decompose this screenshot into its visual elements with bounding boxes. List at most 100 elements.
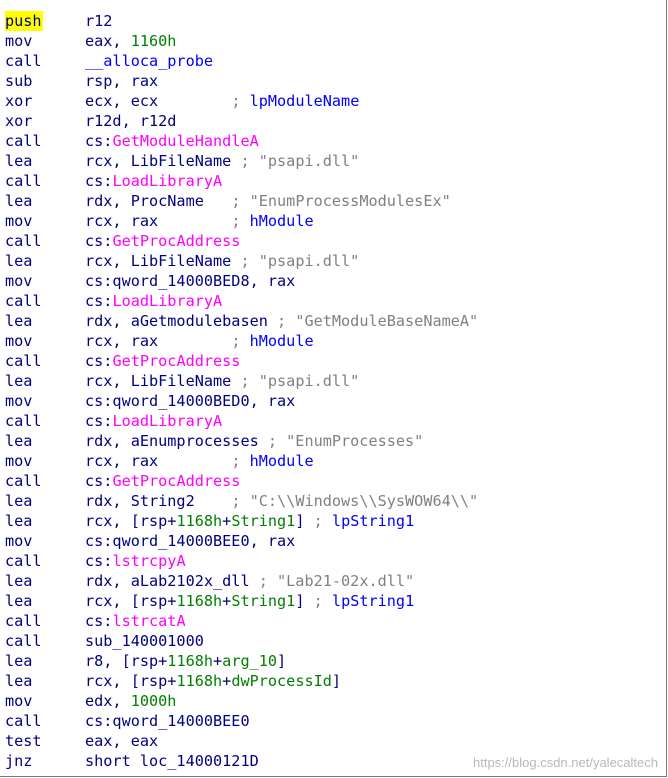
comment: ; [231,452,250,470]
mnemonic[interactable]: test [5,731,43,751]
mnemonic[interactable]: call [5,291,43,311]
operand-text: cs: [85,352,113,370]
operand-text: sub_140001000 [85,632,204,650]
operand-text: + [222,512,232,530]
comment: ; "psapi.dll" [240,152,360,170]
operand-text: cs:qword_14000BEE0, rax [85,532,296,550]
disassembly-view[interactable]: push r12 mov eax, 1160h call __alloca_probe su… [0,0,667,777]
comment-param: hModule [249,452,314,470]
mnemonic[interactable]: call [5,131,43,151]
import-name[interactable]: GetModuleHandleA [112,132,258,150]
operand-text: rcx, rax [85,212,232,230]
mnemonic[interactable]: lea [5,491,33,511]
comment-param: lpString1 [331,592,415,610]
mnemonic[interactable]: lea [5,591,33,611]
import-name[interactable]: GetProcAddress [112,472,240,490]
mnemonic[interactable]: lea [5,651,33,671]
mnemonic[interactable]: mov [5,391,33,411]
operand-text: cs: [85,412,113,430]
mnemonic[interactable]: lea [5,571,33,591]
mnemonic[interactable]: call [5,631,43,651]
operand-text: cs:qword_14000BED8, rax [85,272,296,290]
operand-number: arg_10 [222,652,278,670]
operands: rcx, LibFileName ; "psapi.dll" [85,251,359,271]
operands: eax, eax [85,731,158,751]
operands: rcx, rax ; hModule [85,211,314,231]
operands: cs:qword_14000BEE0 [85,711,250,731]
watermark: https://blog.csdn.net/yalecaltech [472,755,658,770]
import-name[interactable]: lstrcatA [112,612,185,630]
mnemonic[interactable]: call [5,471,43,491]
mnemonic-highlighted[interactable]: push [5,11,43,31]
comment: ; "psapi.dll" [240,372,360,390]
operands: rcx, rax ; hModule [85,331,314,351]
mnemonic[interactable]: lea [5,511,33,531]
operand-number: 1168h [176,512,223,530]
mnemonic[interactable]: lea [5,371,33,391]
mnemonic[interactable]: mov [5,31,33,51]
operands: cs:LoadLibraryA [85,171,222,191]
operand-text: + [213,652,223,670]
operand-number: String1 [231,512,296,530]
mnemonic[interactable]: lea [5,311,33,331]
operand-text: rcx, rax [85,332,232,350]
comment-param: lpString1 [331,512,415,530]
operand-text: eax, [85,32,131,50]
operand-text: short loc_14000121D [85,752,259,770]
mnemonic[interactable]: xor [5,91,33,111]
operand-text: cs: [85,612,113,630]
mnemonic[interactable]: call [5,711,43,731]
mnemonic[interactable]: call [5,551,43,571]
operand-text: rcx, LibFileName [85,252,241,270]
mnemonic[interactable]: call [5,171,43,191]
import-name[interactable]: GetProcAddress [112,352,240,370]
operands: cs:qword_14000BEE0, rax [85,531,295,551]
comment: ; "Lab21-02x.dll" [258,572,415,590]
import-name[interactable]: LoadLibraryA [112,172,222,190]
mnemonic[interactable]: xor [5,111,33,131]
mnemonic[interactable]: jnz [5,751,33,771]
mnemonic[interactable]: lea [5,151,33,171]
mnemonic[interactable]: call [5,231,43,251]
mnemonic[interactable]: mov [5,691,33,711]
operands: short loc_14000121D [85,751,259,771]
operand-text: cs: [85,472,113,490]
operands: cs:GetModuleHandleA [85,131,259,151]
mnemonic[interactable]: call [5,51,43,71]
import-name[interactable]: LoadLibraryA [112,292,222,310]
mnemonic[interactable]: lea [5,671,33,691]
mnemonic[interactable]: mov [5,211,33,231]
mnemonic[interactable]: lea [5,431,33,451]
import-name[interactable]: LoadLibraryA [112,412,222,430]
mnemonic[interactable]: sub [5,71,33,91]
operand-text: + [222,592,232,610]
mnemonic[interactable]: mov [5,451,33,471]
mnemonic[interactable]: lea [5,251,33,271]
mnemonic[interactable]: mov [5,271,33,291]
operands: cs:qword_14000BED8, rax [85,271,295,291]
mnemonic[interactable]: call [5,611,43,631]
operand-text: cs: [85,172,113,190]
import-name[interactable]: GetProcAddress [112,232,240,250]
operand-number: 1168h [176,592,223,610]
operand-text: eax, eax [85,732,159,750]
operands: cs:lstrcpyA [85,551,186,571]
comment: ; "GetModuleBaseNameA" [277,312,479,330]
operand-text: cs: [85,232,113,250]
operands: rcx, rax ; hModule [85,451,314,471]
operand-text: rdx, aEnumprocesses [85,432,268,450]
mnemonic[interactable]: call [5,411,43,431]
operand-number: 1168h [176,672,223,690]
mnemonic[interactable]: mov [5,331,33,351]
operands: rcx, [rsp+1168h+String1] ; lpString1 [85,511,414,531]
operands: sub_140001000 [85,631,204,651]
mnemonic[interactable]: lea [5,191,33,211]
operand-number: dwProcessId [231,672,332,690]
operand-number: 1000h [130,692,177,710]
mnemonic[interactable]: call [5,351,43,371]
import-name[interactable]: lstrcpyA [112,552,185,570]
operand-text: cs:qword_14000BEE0 [85,712,250,730]
mnemonic[interactable]: mov [5,531,33,551]
function-name[interactable]: __alloca_probe [85,52,213,70]
operand-text: ] [295,512,314,530]
